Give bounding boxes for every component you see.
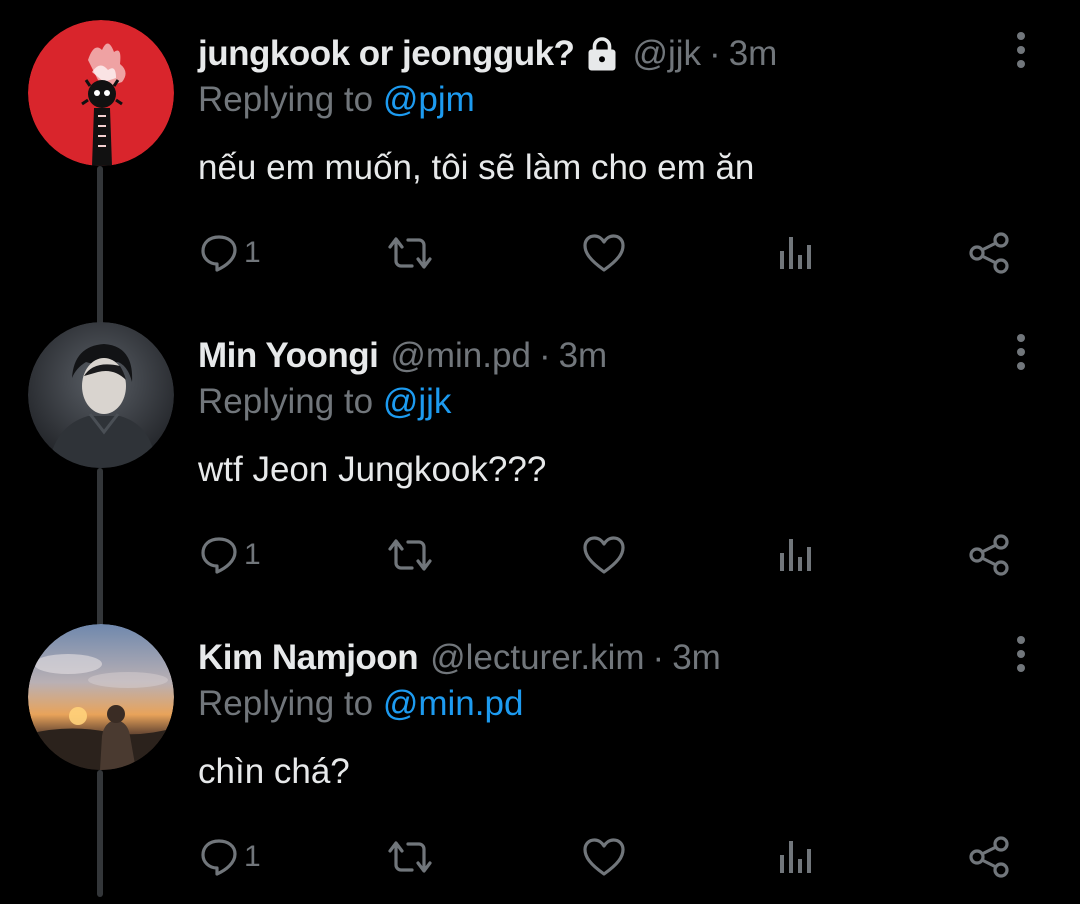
reply-button[interactable]: 1 bbox=[200, 228, 261, 278]
tweet[interactable]: Kim Namjoon @lecturer.kim · 3m Replying … bbox=[0, 604, 1080, 904]
retweet-icon bbox=[388, 539, 432, 571]
retweet-button[interactable] bbox=[384, 530, 436, 580]
mention-link[interactable]: @pjm bbox=[383, 80, 475, 119]
retweet-button[interactable] bbox=[384, 832, 436, 882]
replying-to: Replying to @min.pd bbox=[198, 684, 523, 724]
reply-icon bbox=[201, 839, 237, 876]
replying-prefix: Replying to bbox=[198, 80, 374, 119]
tweet[interactable]: jungkook or jeongguk? @jjk · 3m Replying… bbox=[0, 0, 1080, 300]
analytics-icon bbox=[780, 237, 811, 269]
share-icon bbox=[969, 232, 1009, 274]
more-options-icon[interactable] bbox=[1008, 332, 1034, 372]
avatar[interactable] bbox=[28, 322, 174, 468]
tweet-text: nếu em muốn, tôi sẽ làm cho em ăn bbox=[198, 148, 755, 187]
portrait-photo-avatar bbox=[28, 322, 174, 468]
heart-icon bbox=[583, 536, 625, 574]
mention-link[interactable]: @jjk bbox=[383, 382, 452, 421]
display-name[interactable]: Min Yoongi bbox=[198, 336, 379, 376]
more-options-icon[interactable] bbox=[1008, 634, 1034, 674]
reply-count: 1 bbox=[244, 236, 261, 269]
separator-dot: · bbox=[709, 34, 721, 73]
tweet-text: chìn chá? bbox=[198, 752, 350, 791]
reply-count: 1 bbox=[244, 840, 261, 873]
handle[interactable]: @lecturer.kim bbox=[430, 638, 644, 678]
share-button[interactable] bbox=[968, 832, 1010, 882]
reply-count: 1 bbox=[244, 538, 261, 571]
avatar[interactable] bbox=[28, 20, 174, 166]
views-button[interactable] bbox=[776, 832, 816, 882]
replying-prefix: Replying to bbox=[198, 382, 374, 421]
reply-button[interactable]: 1 bbox=[200, 832, 261, 882]
action-bar: 1 bbox=[0, 832, 1080, 882]
action-bar: 1 bbox=[0, 228, 1080, 278]
timestamp[interactable]: 3m bbox=[672, 638, 721, 678]
analytics-icon bbox=[780, 539, 811, 571]
reply-button[interactable]: 1 bbox=[200, 530, 261, 580]
timestamp[interactable]: 3m bbox=[559, 336, 608, 376]
reply-icon bbox=[201, 537, 237, 574]
display-name[interactable]: jungkook or jeongguk? bbox=[198, 34, 575, 74]
retweet-icon bbox=[388, 841, 432, 873]
action-bar: 1 bbox=[0, 530, 1080, 580]
views-button[interactable] bbox=[776, 228, 816, 278]
avatar[interactable] bbox=[28, 624, 174, 770]
handle[interactable]: @jjk bbox=[632, 34, 701, 74]
heart-icon bbox=[583, 838, 625, 876]
analytics-icon bbox=[780, 841, 811, 873]
share-icon bbox=[969, 534, 1009, 576]
share-button[interactable] bbox=[968, 228, 1010, 278]
more-options-icon[interactable] bbox=[1008, 30, 1034, 70]
tweet[interactable]: Min Yoongi @min.pd · 3m Replying to @jjk… bbox=[0, 302, 1080, 602]
tweet-text: wtf Jeon Jungkook??? bbox=[198, 450, 547, 489]
like-button[interactable] bbox=[582, 530, 626, 580]
tweet-header: Kim Namjoon @lecturer.kim · 3m bbox=[198, 634, 721, 682]
lock-icon bbox=[584, 36, 620, 72]
like-button[interactable] bbox=[582, 228, 626, 278]
share-button[interactable] bbox=[968, 530, 1010, 580]
mention-link[interactable]: @min.pd bbox=[383, 684, 524, 723]
retweet-icon bbox=[388, 237, 432, 269]
separator-dot: · bbox=[652, 638, 665, 677]
share-icon bbox=[969, 836, 1009, 878]
sunset-photo-avatar bbox=[28, 624, 174, 770]
like-button[interactable] bbox=[582, 832, 626, 882]
heart-icon bbox=[583, 234, 625, 272]
replying-to: Replying to @jjk bbox=[198, 382, 451, 422]
tweet-header: Min Yoongi @min.pd · 3m bbox=[198, 332, 607, 380]
replying-to: Replying to @pjm bbox=[198, 80, 475, 120]
tweet-header: jungkook or jeongguk? @jjk · 3m bbox=[198, 30, 777, 78]
replying-prefix: Replying to bbox=[198, 684, 374, 723]
timestamp[interactable]: 3m bbox=[729, 34, 778, 74]
handle[interactable]: @min.pd bbox=[390, 336, 531, 376]
retweet-button[interactable] bbox=[384, 228, 436, 278]
views-button[interactable] bbox=[776, 530, 816, 580]
reply-icon bbox=[201, 235, 237, 272]
display-name[interactable]: Kim Namjoon bbox=[198, 638, 419, 678]
separator-dot: · bbox=[538, 336, 551, 375]
red-circle-fire-avatar bbox=[28, 20, 174, 166]
